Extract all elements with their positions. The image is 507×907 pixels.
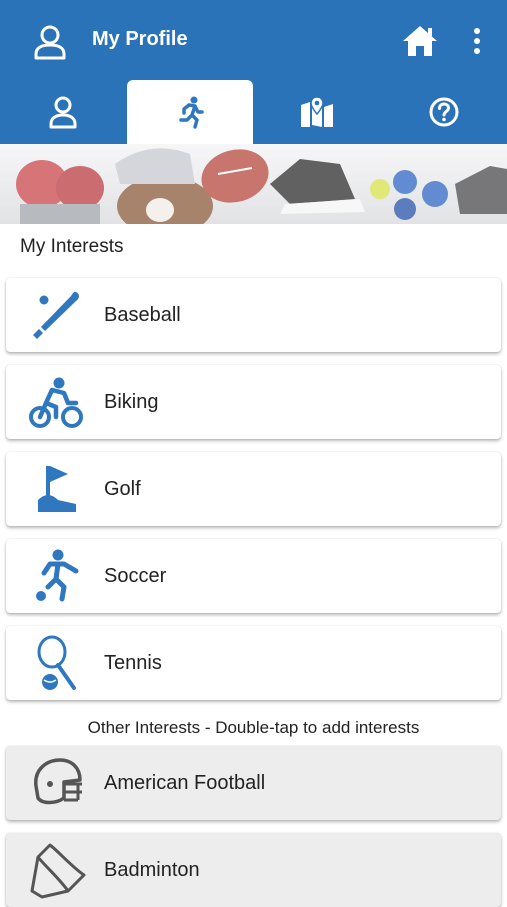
home-icon[interactable] xyxy=(401,24,439,58)
interest-label: American Football xyxy=(104,772,266,794)
app-bar: My Profile xyxy=(0,0,507,80)
tab-profile[interactable] xyxy=(0,80,126,144)
interest-label: Badminton xyxy=(104,859,200,881)
sports-equipment-illustration xyxy=(0,144,507,224)
soccer-player-icon xyxy=(36,549,79,602)
football-helmet-icon xyxy=(34,758,82,805)
help-circle-icon xyxy=(429,97,459,127)
other-interest-card-american-football[interactable]: American Football xyxy=(6,746,501,820)
interest-label: Golf xyxy=(104,478,141,500)
sports-banner-image xyxy=(0,144,507,224)
interest-label: Soccer xyxy=(104,565,167,587)
interest-card-soccer[interactable]: Soccer xyxy=(6,539,501,613)
cyclist-icon xyxy=(29,377,83,428)
tab-bar xyxy=(0,80,507,144)
person-icon xyxy=(49,96,77,129)
map-location-icon xyxy=(301,96,333,127)
interest-label: Baseball xyxy=(104,304,181,326)
running-person-icon xyxy=(179,96,204,129)
baseball-bat-icon xyxy=(33,291,79,339)
tab-map[interactable] xyxy=(254,80,380,144)
other-interest-card-badminton[interactable]: Badminton xyxy=(6,833,501,907)
interest-card-baseball[interactable]: Baseball xyxy=(6,278,501,352)
tab-help[interactable] xyxy=(381,80,507,144)
tab-interests[interactable] xyxy=(127,80,253,144)
interest-card-golf[interactable]: Golf xyxy=(6,452,501,526)
tennis-racket-icon xyxy=(37,635,76,690)
page-title: My Profile xyxy=(92,28,188,50)
golf-flag-icon xyxy=(38,466,76,512)
shuttlecock-icon xyxy=(30,843,86,899)
interest-label: Biking xyxy=(104,391,159,413)
my-interests-heading: My Interests xyxy=(20,236,124,257)
interest-card-tennis[interactable]: Tennis xyxy=(6,626,501,700)
person-outline-icon[interactable] xyxy=(30,22,70,62)
more-vertical-icon[interactable] xyxy=(467,26,487,56)
interest-label: Tennis xyxy=(104,652,162,674)
interest-card-biking[interactable]: Biking xyxy=(6,365,501,439)
other-interests-heading: Other Interests - Double-tap to add inte… xyxy=(87,718,420,737)
